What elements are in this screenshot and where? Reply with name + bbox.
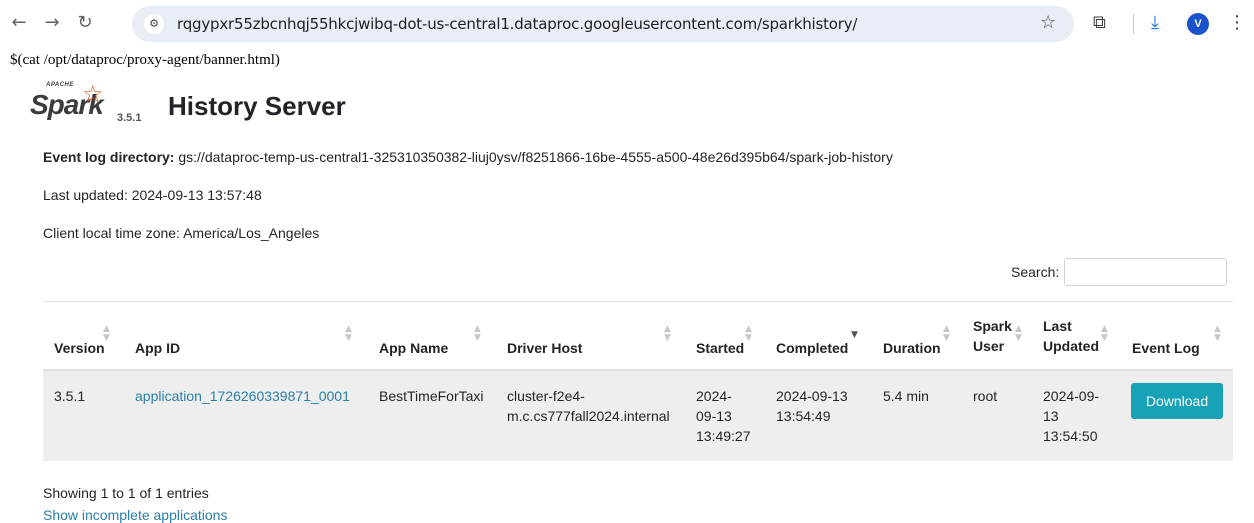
cell-last-updated-line1: 2024-09- — [1043, 388, 1100, 404]
forward-arrow-icon[interactable]: → — [41, 12, 63, 34]
entries-info: Showing 1 to 1 of 1 entries — [43, 485, 209, 501]
show-incomplete-link[interactable]: Show incomplete applications — [43, 507, 227, 523]
spark-logo[interactable]: APACHE Spark ☆ — [30, 80, 112, 126]
cell-driver-host-line2: m.c.cs777fall2024.internal — [507, 408, 670, 424]
col-header-app-id[interactable]: App ID — [135, 338, 180, 358]
cell-last-updated-line3: 13:54:50 — [1043, 428, 1098, 444]
col-header-last-updated-line1: Last — [1043, 318, 1072, 334]
col-header-app-name[interactable]: App Name — [379, 338, 448, 358]
cell-driver-host-line1: cluster-f2e4- — [507, 388, 585, 404]
sort-icon[interactable]: ▲ ▼ — [745, 325, 752, 343]
search-label: Search: — [1011, 264, 1060, 280]
search-input[interactable] — [1064, 258, 1227, 286]
sort-icon[interactable]: ▲ ▼ — [103, 325, 110, 343]
proxy-banner-text: $(cat /opt/dataproc/proxy-agent/banner.h… — [10, 52, 280, 68]
cell-version: 3.5.1 — [54, 388, 86, 404]
url-text[interactable]: rqgypxr55zbcnhqj55hkcjwibq-dot-us-centra… — [177, 15, 857, 33]
spark-version: 3.5.1 — [117, 112, 142, 124]
address-bar[interactable]: ⚙ rqgypxr55zbcnhqj55hkcjwibq-dot-us-cent… — [132, 6, 1074, 42]
col-header-version[interactable]: Version — [54, 338, 105, 358]
timezone-text: Client local time zone: America/Los_Ange… — [43, 225, 320, 241]
col-header-duration[interactable]: Duration — [883, 338, 941, 358]
event-log-label: Event log directory: — [43, 149, 175, 165]
download-icon[interactable]: ⤓ — [1151, 12, 1159, 34]
cell-completed: 2024-09-13 13:54:49 — [776, 386, 848, 426]
cell-started-line2: 09-13 — [696, 408, 732, 424]
cell-spark-user: root — [973, 388, 998, 404]
bookmark-star-icon[interactable]: ☆ — [1040, 12, 1056, 33]
toolbar-divider — [1133, 14, 1134, 34]
spark-star-icon: ☆ — [82, 80, 104, 108]
event-log-directory: Event log directory: gs://dataproc-temp-… — [43, 149, 893, 165]
sort-icon[interactable]: ▲ ▼ — [1214, 325, 1221, 343]
profile-avatar[interactable]: V — [1187, 13, 1209, 35]
cell-duration: 5.4 min — [883, 388, 929, 404]
sort-icon[interactable]: ▲ ▼ — [345, 325, 352, 343]
sort-icon[interactable]: ▲ ▼ — [474, 325, 481, 343]
col-header-last-updated[interactable]: Last Updated — [1043, 316, 1099, 356]
sort-desc-icon[interactable]: ▼ — [851, 331, 858, 340]
extensions-icon[interactable]: ⧉ — [1093, 12, 1106, 34]
sort-icon[interactable]: ▲ ▼ — [664, 325, 671, 343]
cell-driver-host: cluster-f2e4- m.c.cs777fall2024.internal — [507, 386, 670, 426]
cell-started-line3: 13:49:27 — [696, 428, 751, 444]
cell-started: 2024- 09-13 13:49:27 — [696, 386, 751, 446]
logo-apache-text: APACHE — [46, 82, 74, 88]
page-title: History Server — [168, 91, 346, 121]
col-header-event-log[interactable]: Event Log — [1132, 338, 1200, 358]
back-arrow-icon[interactable]: ← — [8, 12, 30, 34]
table-top-border — [43, 301, 1233, 302]
col-header-driver-host[interactable]: Driver Host — [507, 338, 582, 358]
cell-started-line1: 2024- — [696, 388, 732, 404]
cell-completed-line2: 13:54:49 — [776, 408, 831, 424]
col-header-spark-user-line2: User — [973, 338, 1005, 354]
cell-last-updated: 2024-09- 13 13:54:50 — [1043, 386, 1099, 446]
cell-completed-line1: 2024-09-13 — [776, 388, 848, 404]
col-header-last-updated-line2: Updated — [1043, 338, 1099, 354]
sort-icon[interactable]: ▲ ▼ — [1015, 325, 1022, 343]
sort-icon[interactable]: ▲ ▼ — [1101, 325, 1108, 343]
reload-icon[interactable]: ↻ — [74, 12, 96, 34]
cell-last-updated-line2: 13 — [1043, 408, 1059, 424]
cell-app-name: BestTimeForTaxi — [379, 388, 484, 404]
col-header-spark-user[interactable]: Spark User — [973, 316, 1012, 356]
col-header-spark-user-line1: Spark — [973, 318, 1012, 334]
col-header-started[interactable]: Started — [696, 338, 744, 358]
download-button[interactable]: Download — [1131, 383, 1223, 419]
last-updated-text: Last updated: 2024-09-13 13:57:48 — [43, 187, 262, 203]
site-info-icon[interactable]: ⚙ — [144, 14, 164, 34]
browser-menu-icon[interactable]: ⋮ — [1228, 12, 1246, 33]
event-log-value: gs://dataproc-temp-us-central1-325310350… — [178, 149, 893, 165]
sort-icon[interactable]: ▲ ▼ — [943, 325, 950, 343]
app-id-link[interactable]: application_1726260339871_0001 — [135, 386, 350, 406]
col-header-completed[interactable]: Completed — [776, 338, 848, 358]
browser-toolbar: ← → ↻ ⚙ rqgypxr55zbcnhqj55hkcjwibq-dot-u… — [0, 0, 1254, 48]
